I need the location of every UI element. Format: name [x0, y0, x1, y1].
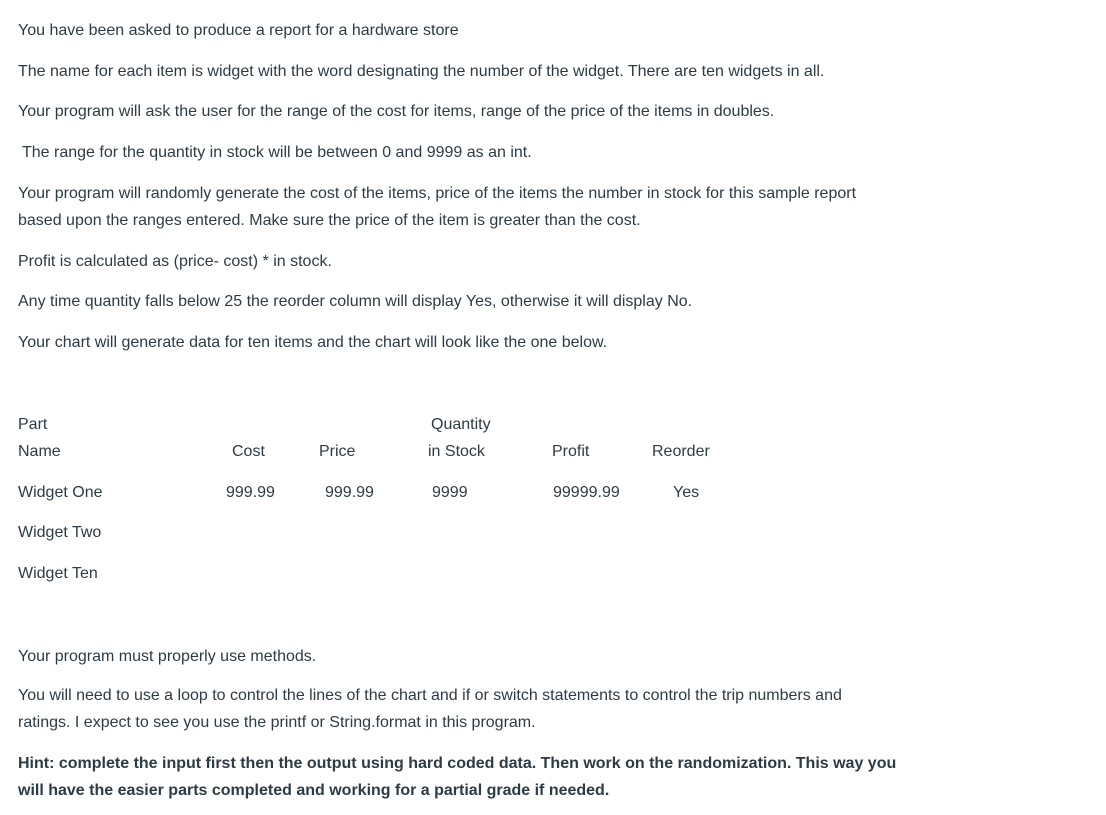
- row-profit: 99999.99: [553, 484, 620, 501]
- row-reorder: Yes: [673, 484, 700, 501]
- paragraph-random-1: Your program will randomly generate the …: [18, 185, 857, 202]
- hint-line-2: will have the easier parts completed and…: [18, 782, 610, 799]
- header-name: Name: [18, 443, 61, 460]
- row-name: Widget Ten: [18, 565, 98, 582]
- row-qty: 9999: [432, 484, 468, 501]
- header-quantity: Quantity: [431, 416, 491, 433]
- paragraph-profit: Profit is calculated as (price- cost) * …: [18, 253, 332, 270]
- header-in-stock: in Stock: [428, 443, 485, 460]
- paragraph-names: The name for each item is widget with th…: [18, 63, 825, 80]
- paragraph-methods: Your program must properly use methods.: [18, 648, 317, 665]
- header-profit: Profit: [552, 443, 590, 460]
- paragraph-ranges: Your program will ask the user for the r…: [18, 103, 775, 120]
- row-name: Widget One: [18, 484, 103, 501]
- paragraph-random-2: based upon the ranges entered. Make sure…: [18, 212, 641, 229]
- paragraph-loop-2: ratings. I expect to see you use the pri…: [18, 714, 536, 731]
- paragraph-loop-1: You will need to use a loop to control t…: [18, 687, 842, 704]
- hint-line-1: Hint: complete the input first then the …: [18, 755, 897, 772]
- paragraph-chart: Your chart will generate data for ten it…: [18, 334, 608, 351]
- paragraph-intro: You have been asked to produce a report …: [18, 22, 459, 39]
- paragraph-quantity: The range for the quantity in stock will…: [22, 144, 532, 161]
- header-price: Price: [319, 443, 356, 460]
- paragraph-reorder: Any time quantity falls below 25 the reo…: [18, 293, 693, 310]
- row-name: Widget Two: [18, 524, 102, 541]
- header-part: Part: [18, 416, 48, 433]
- header-reorder: Reorder: [652, 443, 710, 460]
- row-price: 999.99: [325, 484, 374, 501]
- header-cost: Cost: [232, 443, 265, 460]
- row-cost: 999.99: [226, 484, 275, 501]
